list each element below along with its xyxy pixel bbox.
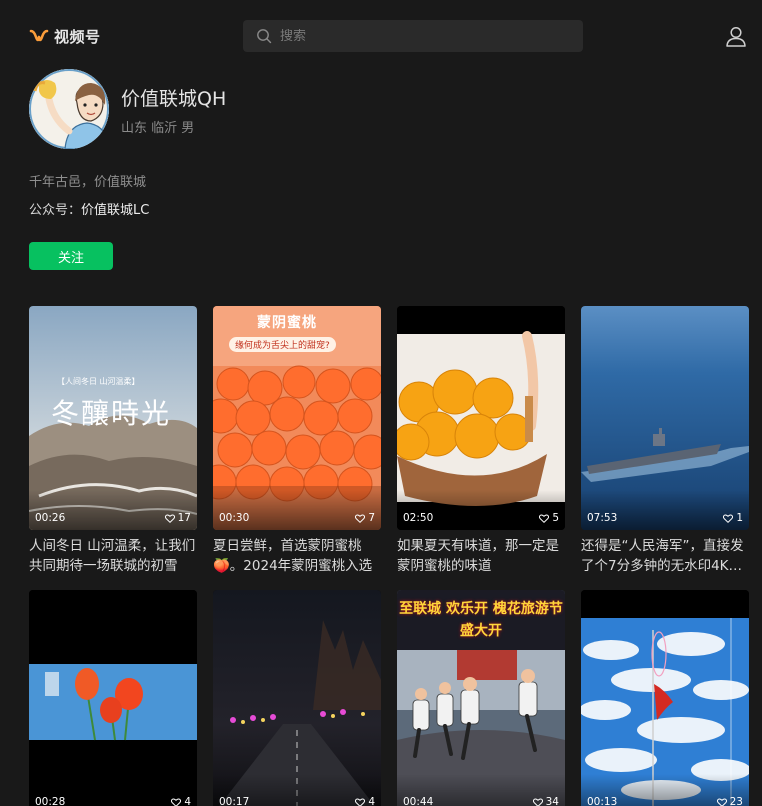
- top-bar: 视频号: [0, 0, 762, 70]
- channels-logo-icon: [29, 29, 49, 41]
- video-card[interactable]: 02:50 5 如果夏天有味道，那一定是蒙阴蜜桃的味道: [397, 306, 565, 576]
- video-likes: 7: [355, 512, 375, 524]
- follow-button[interactable]: 关注: [29, 242, 113, 270]
- official-account-value[interactable]: 价值联城LC: [81, 203, 149, 218]
- video-title: 如果夏天有味道，那一定是蒙阴蜜桃的味道: [397, 538, 559, 574]
- video-likes: 1: [723, 512, 743, 524]
- video-likes: 4: [355, 796, 375, 806]
- heart-icon: [539, 514, 550, 523]
- video-thumbnail: 07:53 1: [581, 306, 749, 530]
- video-thumbnail: 00:28 4: [29, 590, 197, 806]
- profile-location: 山东 临沂 男: [121, 121, 195, 136]
- video-likes: 34: [532, 796, 559, 806]
- heart-icon: [164, 514, 175, 523]
- video-card[interactable]: 00:13 23: [581, 590, 749, 806]
- thumbnail-caption: 冬釀時光: [51, 397, 172, 430]
- heart-icon: [716, 798, 727, 806]
- video-thumbnail: 蒙阴蜜桃 缘何成为舌尖上的甜宠? 00:30 7: [213, 306, 381, 530]
- video-likes: 17: [164, 512, 191, 524]
- likes-count: 23: [729, 796, 743, 806]
- video-card[interactable]: 【人间冬日 山河温柔】 冬釀時光 00:26 17 人间冬日 山河温柔，让我们共…: [29, 306, 197, 576]
- search-icon: [257, 29, 272, 44]
- official-account: 公众号：价值联城LC: [29, 199, 149, 218]
- video-card[interactable]: 至联城 欢乐开 槐花旅游节盛大开 00:44 34: [397, 590, 565, 806]
- video-duration: 00:28: [35, 796, 66, 806]
- video-duration: 00:17: [219, 796, 250, 806]
- video-card[interactable]: 00:17 4: [213, 590, 381, 806]
- likes-count: 17: [177, 512, 191, 524]
- avatar: [29, 69, 109, 149]
- video-thumbnail: 00:17 4: [213, 590, 381, 806]
- video-duration: 00:13: [587, 796, 618, 806]
- likes-count: 34: [545, 796, 559, 806]
- likes-count: 7: [368, 512, 375, 524]
- video-card[interactable]: 07:53 1 还得是“人民海军”，直接发了个7分多钟的无水印4K高清: [581, 306, 749, 576]
- video-card[interactable]: 00:28 4: [29, 590, 197, 806]
- video-thumbnail: 00:13 23: [581, 590, 749, 806]
- likes-count: 4: [184, 796, 191, 806]
- thumbnail-subtitle: 【人间冬日 山河温柔】: [57, 377, 140, 386]
- app-name: 视频号: [54, 28, 101, 46]
- heart-icon: [171, 798, 182, 806]
- video-likes: 23: [716, 796, 743, 806]
- video-duration: 00:44: [403, 796, 434, 806]
- search-box[interactable]: [243, 20, 583, 52]
- video-title: 夏日尝鲜，首选蒙阴蜜桃🍑。2024年蒙阴蜜桃入选: [213, 538, 373, 574]
- thumbnail-caption: 至联城 欢乐开 槐花旅游节盛大开: [399, 601, 563, 639]
- thumbnail-caption: 蒙阴蜜桃: [257, 315, 317, 331]
- video-duration: 07:53: [587, 512, 618, 524]
- video-duration: 00:26: [35, 512, 66, 524]
- heart-icon: [723, 514, 734, 523]
- video-title: 还得是“人民海军”，直接发了个7分多钟的无水印4K高清: [581, 538, 744, 574]
- likes-count: 1: [736, 512, 743, 524]
- profile-name: 价值联城QH: [121, 88, 227, 110]
- video-likes: 5: [539, 512, 559, 524]
- video-card[interactable]: 蒙阴蜜桃 缘何成为舌尖上的甜宠? 00:30 7 夏日尝鲜，首选蒙阴蜜桃🍑。20…: [213, 306, 381, 576]
- likes-count: 4: [368, 796, 375, 806]
- video-thumbnail: 至联城 欢乐开 槐花旅游节盛大开 00:44 34: [397, 590, 565, 806]
- video-title: 人间冬日 山河温柔，让我们共同期待一场联城的初雪: [29, 538, 196, 574]
- video-likes: 4: [171, 796, 191, 806]
- video-duration: 02:50: [403, 512, 434, 524]
- thumbnail-subtitle: 缘何成为舌尖上的甜宠?: [229, 337, 336, 352]
- app-logo[interactable]: 视频号: [29, 26, 101, 47]
- profile-bio: 千年古邑，价值联城: [29, 175, 147, 190]
- heart-icon: [355, 798, 366, 806]
- video-thumbnail: 【人间冬日 山河温柔】 冬釀時光 00:26 17: [29, 306, 197, 530]
- heart-icon: [532, 798, 543, 806]
- user-icon[interactable]: [725, 25, 747, 47]
- video-thumbnail: 02:50 5: [397, 306, 565, 530]
- video-duration: 00:30: [219, 512, 250, 524]
- heart-icon: [355, 514, 366, 523]
- likes-count: 5: [552, 512, 559, 524]
- official-account-label: 公众号：: [29, 203, 82, 218]
- search-input[interactable]: [280, 28, 560, 44]
